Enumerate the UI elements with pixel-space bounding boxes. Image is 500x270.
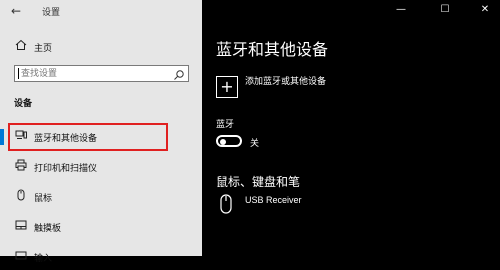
section-header-devices: 设备 bbox=[14, 99, 33, 109]
sidebar-item-label: 主页 bbox=[34, 44, 53, 54]
minimize-button[interactable]: — bbox=[386, 0, 416, 20]
sidebar-item-printers[interactable]: 打印机和扫描仪 bbox=[0, 154, 202, 180]
main-panel: — ☐ ✕ 蓝牙和其他设备 + 添加蓝牙或其他设备 蓝牙 关 鼠标、键盘和笔 U… bbox=[202, 0, 500, 256]
toggle-knob bbox=[220, 139, 226, 145]
mouse-icon bbox=[14, 189, 28, 203]
back-arrow-icon[interactable]: ← bbox=[8, 3, 24, 19]
sidebar-item-touchpad[interactable]: 触摸板 bbox=[0, 214, 202, 240]
home-icon bbox=[14, 39, 28, 53]
window-title: 设置 bbox=[42, 8, 61, 18]
sidebar-item-input[interactable]: 输入 bbox=[0, 244, 202, 270]
bluetooth-toggle[interactable] bbox=[216, 135, 242, 147]
add-device-button[interactable]: + bbox=[216, 76, 238, 98]
close-button[interactable]: ✕ bbox=[470, 0, 500, 20]
sidebar-item-label: 触摸板 bbox=[34, 224, 62, 234]
search-icon[interactable] bbox=[173, 67, 185, 80]
sidebar-item-home[interactable]: 主页 bbox=[0, 34, 202, 60]
keyboard-icon bbox=[14, 249, 28, 263]
sidebar-item-label: 打印机和扫描仪 bbox=[34, 164, 98, 174]
bluetooth-label: 蓝牙 bbox=[216, 120, 235, 130]
highlight-box bbox=[8, 123, 168, 151]
sidebar-item-mouse[interactable]: 鼠标 bbox=[0, 184, 202, 210]
search-box[interactable] bbox=[14, 65, 189, 82]
search-input[interactable] bbox=[21, 67, 171, 80]
touchpad-icon bbox=[14, 219, 28, 233]
plus-icon: + bbox=[220, 77, 234, 96]
maximize-button[interactable]: ☐ bbox=[430, 0, 460, 20]
printer-icon bbox=[14, 159, 28, 173]
page-title: 蓝牙和其他设备 bbox=[216, 40, 329, 59]
text-caret bbox=[18, 68, 19, 79]
bluetooth-state: 关 bbox=[250, 139, 260, 149]
mouse-device-icon bbox=[220, 194, 232, 214]
add-device-label[interactable]: 添加蓝牙或其他设备 bbox=[245, 74, 326, 87]
sidebar: ← 设置 主页 设备 蓝牙和其他设备 打印机和扫描仪 鼠标 bbox=[0, 0, 202, 264]
section-title-mouse-keyboard-pen: 鼠标、键盘和笔 bbox=[216, 175, 301, 189]
sidebar-item-label: 输入 bbox=[34, 254, 53, 264]
sidebar-item-label: 鼠标 bbox=[34, 194, 53, 204]
device-name[interactable]: USB Receiver bbox=[245, 195, 302, 205]
